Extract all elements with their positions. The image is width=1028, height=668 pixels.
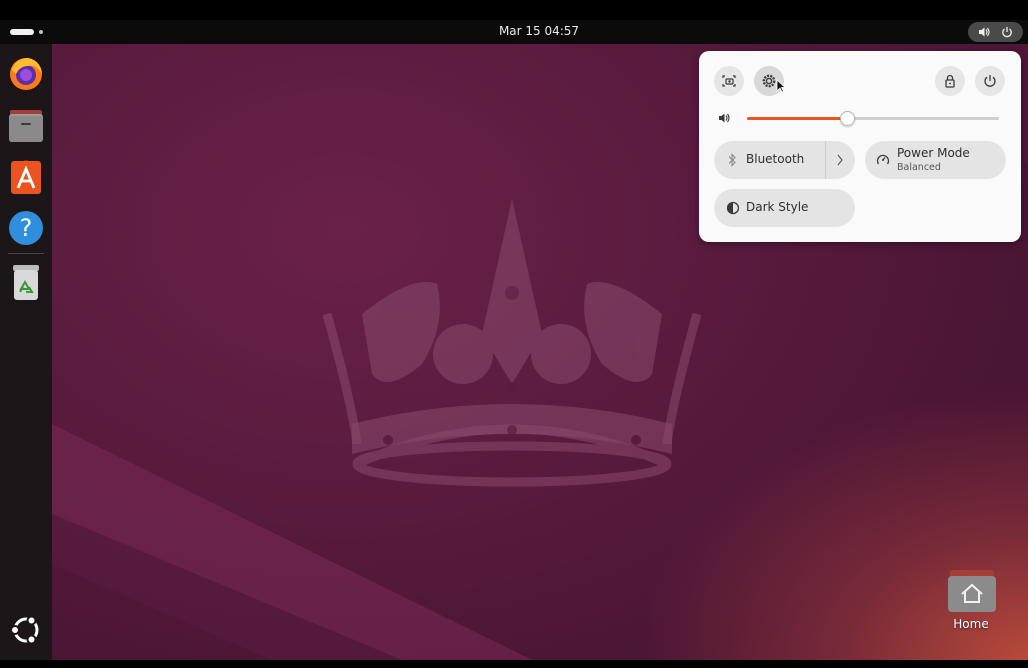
power-mode-subtitle: Balanced [897, 162, 941, 173]
power-icon [1002, 27, 1012, 38]
speaker-icon [979, 27, 990, 37]
volume-slider[interactable] [747, 109, 999, 127]
power-mode-button[interactable]: Power Mode Balanced [865, 141, 1006, 179]
chevron-right-icon [837, 154, 843, 166]
clock[interactable]: Mar 15 04:57 [0, 24, 1028, 38]
power-mode-title: Power Mode [897, 146, 970, 160]
quick-settings-panel: Bluetooth Power Mode Balanced Dark Style [699, 51, 1021, 242]
files-icon[interactable] [6, 106, 46, 146]
bluetooth-icon [728, 153, 736, 167]
settings-icon [762, 74, 776, 88]
home-folder-icon[interactable] [946, 568, 998, 614]
mouse-pointer-icon [776, 79, 786, 93]
system-tray[interactable] [968, 22, 1023, 42]
top-bar: Mar 15 04:57 [0, 20, 1028, 44]
dock-separator [8, 253, 44, 254]
home-label[interactable]: Home [931, 617, 1011, 631]
volume-slider-handle[interactable] [839, 111, 855, 126]
dark-style-toggle[interactable]: Dark Style [714, 189, 855, 227]
screen: Home Mar 15 04:57 ? Bluetooth Power Mode… [0, 0, 1028, 668]
bluetooth-label: Bluetooth [746, 152, 805, 166]
lock-button[interactable] [935, 66, 965, 96]
power-icon [984, 75, 996, 87]
help-icon[interactable]: ? [6, 208, 46, 248]
speaker-icon[interactable] [718, 112, 731, 124]
screenshot-icon [722, 75, 736, 87]
lock-icon [945, 74, 955, 88]
power-mode-icon [876, 154, 890, 165]
dock: ? [0, 44, 52, 660]
power-menu-button[interactable] [975, 66, 1005, 96]
screenshot-button[interactable] [714, 66, 744, 96]
ubuntu-logo-icon[interactable] [8, 612, 44, 648]
svg-text:?: ? [20, 214, 33, 242]
dark-style-label: Dark Style [746, 200, 809, 214]
dark-style-icon [726, 201, 740, 215]
bluetooth-toggle[interactable]: Bluetooth [714, 141, 855, 179]
trash-icon[interactable] [6, 262, 46, 302]
firefox-icon[interactable] [6, 54, 46, 94]
volume-slider-fill [747, 117, 848, 120]
app-center-icon[interactable] [6, 157, 46, 197]
bluetooth-menu-button[interactable] [826, 141, 855, 179]
